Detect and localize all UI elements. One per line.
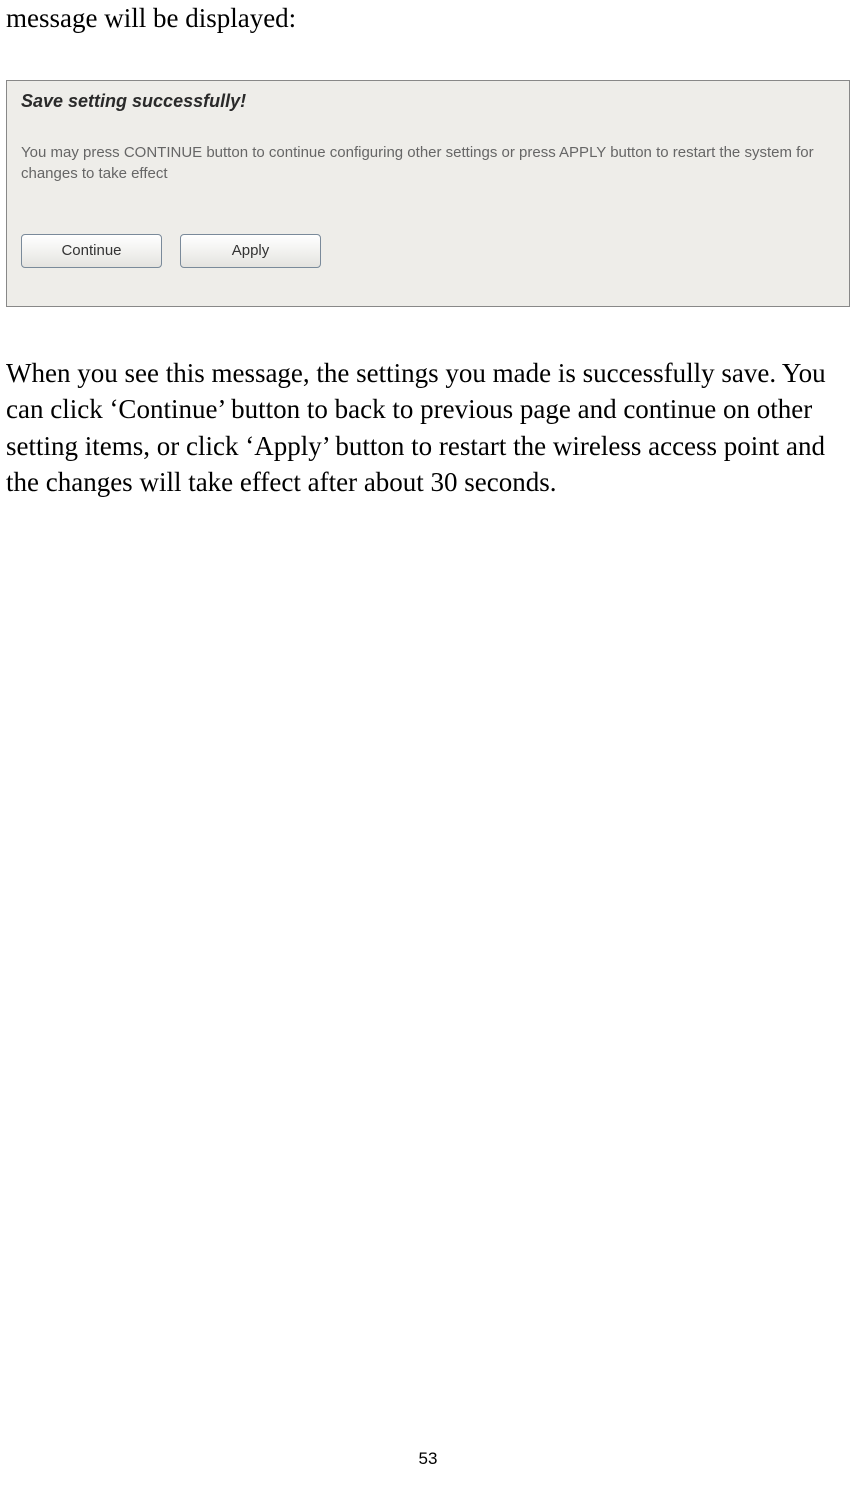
continue-button[interactable]: Continue (21, 234, 162, 268)
page-number: 53 (0, 1449, 856, 1469)
save-success-dialog: Save setting successfully! You may press… (6, 80, 850, 307)
dialog-title: Save setting successfully! (7, 81, 849, 120)
dialog-button-row: Continue Apply (7, 184, 849, 306)
explanation-text: When you see this message, the settings … (0, 355, 856, 501)
apply-button[interactable]: Apply (180, 234, 321, 268)
intro-text: message will be displayed: (0, 0, 856, 38)
dialog-description: You may press CONTINUE button to continu… (7, 120, 849, 184)
